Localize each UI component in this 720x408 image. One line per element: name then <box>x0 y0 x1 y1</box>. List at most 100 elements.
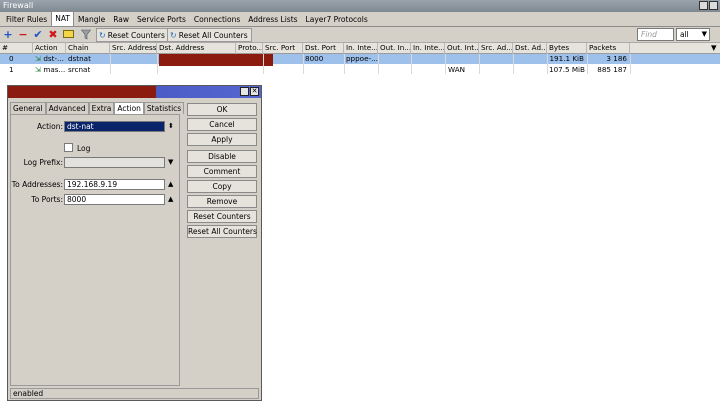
col-dst-port[interactable]: Dst. Port <box>303 43 344 54</box>
grid-line <box>547 54 548 74</box>
ok-button[interactable]: OK <box>187 103 257 116</box>
grid-line <box>303 54 304 74</box>
tab-action[interactable]: Action <box>114 102 144 114</box>
add-icon[interactable]: + <box>2 29 14 41</box>
row-packets: 885 187 <box>597 65 627 74</box>
action-select[interactable]: dst-nat <box>64 121 165 132</box>
tab-connections[interactable]: Connections <box>190 13 244 26</box>
tab-nat[interactable]: NAT <box>51 11 74 26</box>
row-chain: dstnat <box>68 54 91 63</box>
col-chain[interactable]: Chain <box>66 43 110 54</box>
close-icon[interactable] <box>709 1 718 10</box>
tab-general[interactable]: General <box>10 102 46 114</box>
row-chain: srcnat <box>68 65 91 74</box>
tab-raw[interactable]: Raw <box>109 13 133 26</box>
comment-button[interactable]: Comment <box>187 165 257 178</box>
toolbar: + − ✔ ✖ ↻ Reset Counters ↻ Reset All Count… <box>0 27 720 43</box>
reset-counters-button[interactable]: Reset Counters <box>187 210 257 223</box>
grid-line <box>263 54 264 74</box>
log-label: Log <box>77 144 91 153</box>
column-chooser-icon[interactable]: ▼ <box>709 43 720 54</box>
chevron-down-icon[interactable]: ▼ <box>168 158 173 166</box>
row-num: 1 <box>9 65 14 74</box>
col-bytes[interactable]: Bytes <box>547 43 587 54</box>
col-action[interactable]: Action <box>33 43 66 54</box>
grid-line <box>157 54 158 74</box>
filter-select[interactable]: all ▼ <box>676 28 710 41</box>
chevron-up-icon[interactable]: ▲ <box>168 180 173 188</box>
tab-mangle[interactable]: Mangle <box>74 13 109 26</box>
grid-line <box>630 54 631 74</box>
grid-line <box>378 54 379 74</box>
col-dst-address[interactable]: Dst. Address <box>157 43 236 54</box>
tab-address-lists[interactable]: Address Lists <box>244 13 301 26</box>
action-label: Action: <box>36 122 63 131</box>
chevron-up-icon[interactable]: ▲ <box>168 195 173 203</box>
dialog-tabs: General Advanced Extra Action Statistics <box>10 102 185 114</box>
action-icon: ⇲ <box>35 65 42 74</box>
to-addresses-input[interactable]: 192.168.9.19 <box>64 179 165 190</box>
enable-check-icon[interactable]: ✔ <box>32 29 44 41</box>
col-src-address[interactable]: Src. Address <box>110 43 157 54</box>
to-addresses-label: To Addresses: <box>11 180 63 189</box>
table-row[interactable]: 0 ⇲ dst-... dstnat 8000 pppoe-... 191.1 … <box>0 54 720 64</box>
tab-service-ports[interactable]: Service Ports <box>133 13 190 26</box>
filter-icon[interactable] <box>80 29 92 41</box>
grid-line <box>445 54 446 74</box>
to-ports-input[interactable]: 8000 <box>64 194 165 205</box>
grid-line <box>587 54 588 74</box>
row-action: ⇲ dst-... <box>33 54 66 64</box>
restore-icon[interactable] <box>240 87 249 96</box>
close-icon[interactable]: ✕ <box>250 87 259 96</box>
filter-select-value: all <box>680 30 689 39</box>
grid-line <box>110 54 111 74</box>
row-action-text: mas... <box>43 65 66 74</box>
remove-button[interactable]: Remove <box>187 195 257 208</box>
reset-all-counters-button[interactable]: ↻ Reset All Counters <box>167 28 252 42</box>
log-checkbox[interactable] <box>64 143 73 152</box>
window-title-bar: Firewall <box>0 0 720 12</box>
tab-extra[interactable]: Extra <box>88 102 115 114</box>
log-prefix-input[interactable] <box>64 157 165 168</box>
reset-all-counters-button[interactable]: Reset All Counters <box>187 225 257 238</box>
reset-all-icon: ↻ <box>170 31 177 40</box>
chevron-down-icon: ▼ <box>701 30 707 38</box>
col-src-port[interactable]: Src. Port <box>263 43 303 54</box>
tab-layer7-protocols[interactable]: Layer7 Protocols <box>302 13 372 26</box>
col-packets[interactable]: Packets <box>587 43 630 54</box>
restore-icon[interactable] <box>699 1 708 10</box>
row-in-interface: pppoe-... <box>346 54 378 63</box>
dialog-title-bar[interactable]: ✕ <box>8 86 261 98</box>
grid-line <box>344 54 345 74</box>
col-protocol[interactable]: Proto... <box>236 43 263 54</box>
comment-icon[interactable] <box>62 29 74 41</box>
status-bar: enabled <box>10 388 259 399</box>
grid-line <box>479 54 480 74</box>
table-row[interactable]: 1 ⇲ mas... srcnat WAN 107.5 MiB 885 187 <box>0 65 720 75</box>
col-src-address-list[interactable]: Src. Ad... <box>479 43 513 54</box>
col-num[interactable]: # <box>0 43 33 54</box>
apply-button[interactable]: Apply <box>187 133 257 146</box>
row-bytes: 191.1 KiB <box>549 54 584 63</box>
remove-icon[interactable]: − <box>17 29 29 41</box>
tab-filter-rules[interactable]: Filter Rules <box>2 13 51 26</box>
col-in-interface[interactable]: In. Inte... <box>344 43 378 54</box>
col-out-interface[interactable]: Out. In... <box>378 43 411 54</box>
cancel-button[interactable]: Cancel <box>187 118 257 131</box>
nat-table-header: # Action Chain Src. Address Dst. Address… <box>0 43 720 54</box>
window-title: Firewall <box>3 1 34 10</box>
redaction-block <box>8 86 156 98</box>
col-dst-address-list[interactable]: Dst. Ad... <box>513 43 547 54</box>
col-in-interface-list[interactable]: In. Inte... <box>411 43 445 54</box>
tab-advanced[interactable]: Advanced <box>45 102 89 114</box>
action-panel: Action: dst-nat ⬍ Log Log Prefix: ▼ To A… <box>10 114 180 386</box>
col-out-interface-list[interactable]: Out. Int... <box>445 43 479 54</box>
tab-statistics[interactable]: Statistics <box>143 102 185 114</box>
row-out-interface-list: WAN <box>448 65 466 74</box>
copy-button[interactable]: Copy <box>187 180 257 193</box>
disable-button[interactable]: Disable <box>187 150 257 163</box>
find-input[interactable]: Find <box>637 28 674 41</box>
reset-counters-button[interactable]: ↻ Reset Counters <box>96 28 169 42</box>
action-select-arrow-icon[interactable]: ⬍ <box>168 122 174 130</box>
disable-x-icon[interactable]: ✖ <box>47 29 59 41</box>
